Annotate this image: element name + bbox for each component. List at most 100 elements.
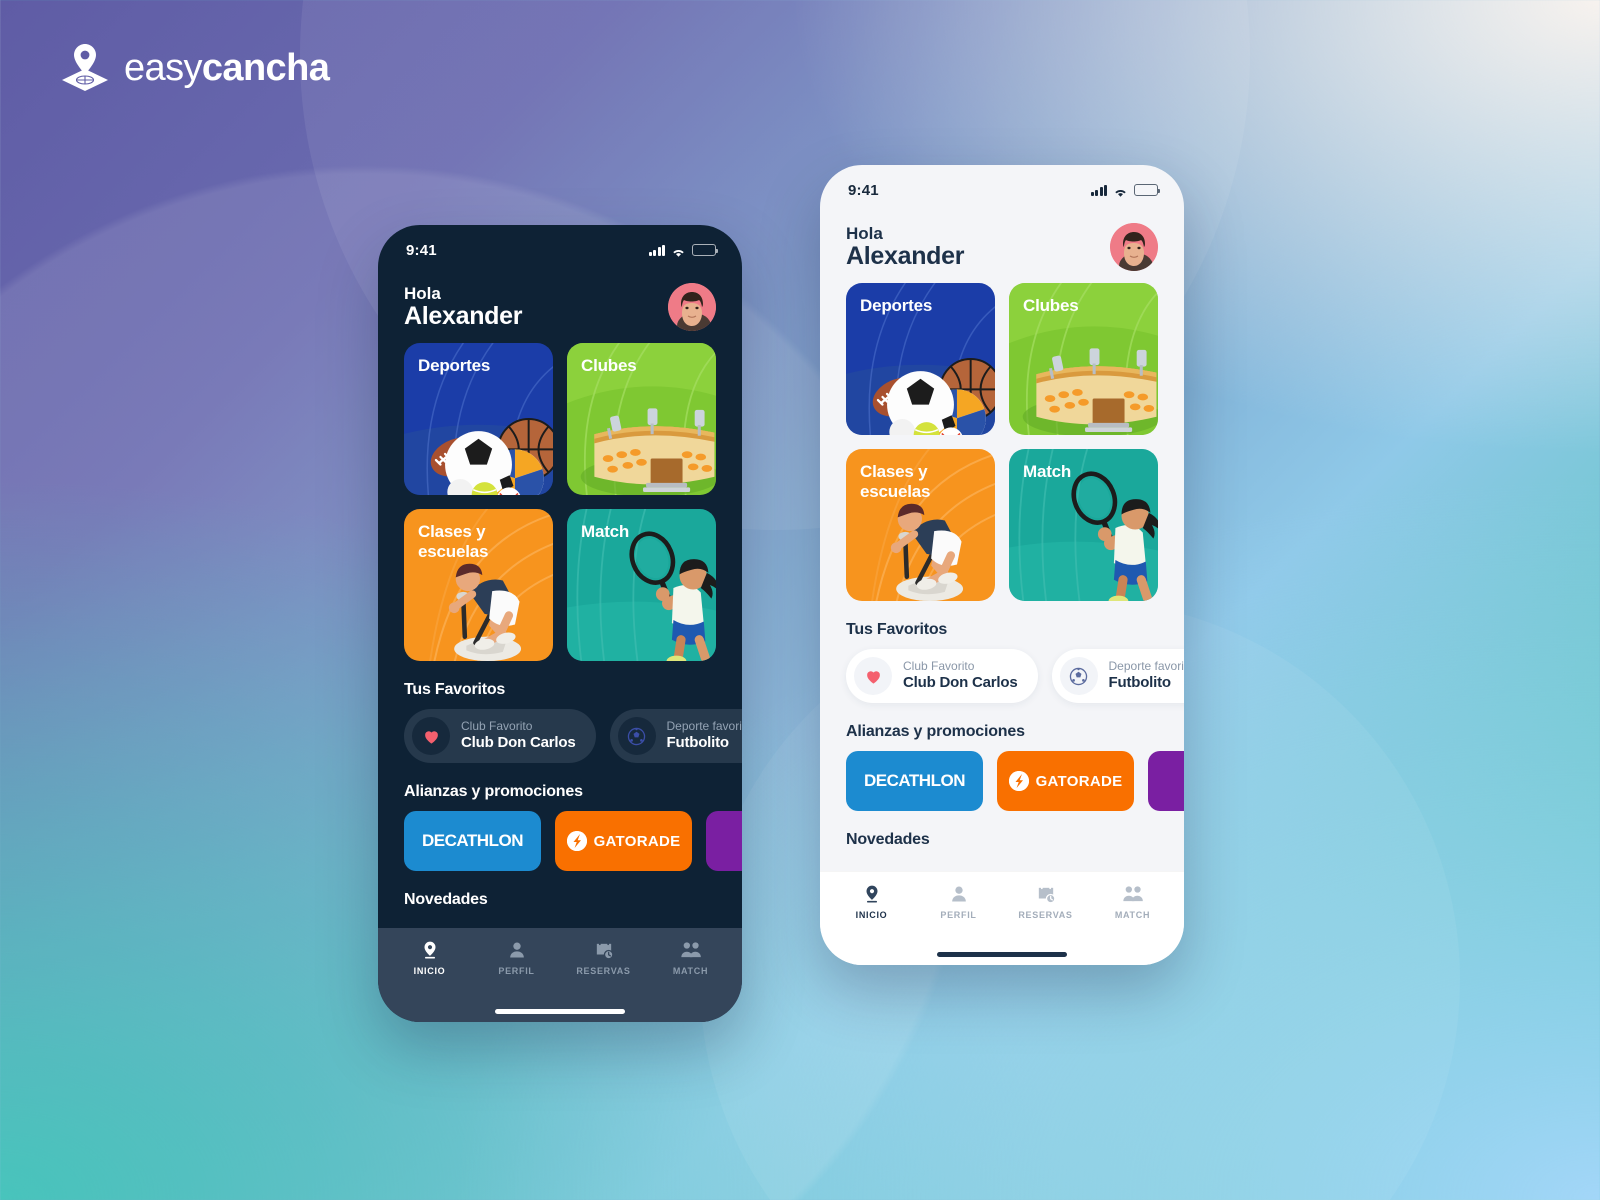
tab-label: INICIO <box>413 966 446 976</box>
greeting-text: Hola <box>846 223 883 243</box>
battery-full-icon <box>1134 184 1160 196</box>
category-card-deportes[interactable]: Deportes <box>404 343 553 495</box>
home-indicator-bar <box>820 943 1184 965</box>
heart-icon <box>412 717 450 755</box>
cellular-bars-icon <box>1090 184 1107 196</box>
tab-label: INICIO <box>855 910 888 920</box>
category-card-clases-y-escuelas[interactable]: Clases y escuelas <box>404 509 553 661</box>
tab-label: MATCH <box>1114 910 1151 920</box>
category-card-deportes[interactable]: Deportes <box>846 283 995 435</box>
category-card-clases-y-escuelas[interactable]: Clases y escuelas <box>846 449 995 601</box>
favorite-value: Club Don Carlos <box>461 734 576 752</box>
tab-label: RESERVAS <box>576 966 631 976</box>
favorites-list: Club Favorito Club Don Carlos Deporte fa… <box>820 649 1184 703</box>
card-title: Clases y escuelas <box>860 462 931 502</box>
brand-card-decathlon[interactable]: DECATHLON <box>846 751 983 811</box>
status-bar-time: 9:41 <box>848 181 879 199</box>
favorite-label: Deporte favorito <box>1108 659 1184 674</box>
tab-inicio[interactable]: INICIO <box>837 884 907 920</box>
logo-wordmark: easycancha <box>124 46 330 90</box>
bottom-tab-bar: INICIO PERFIL RESERVAS MATCH <box>378 928 742 1000</box>
scroll-content[interactable]: Deportes Clubes Clases y escuelas Match … <box>820 283 1184 871</box>
tab-match[interactable]: MATCH <box>1098 884 1168 920</box>
avatar[interactable] <box>668 283 716 331</box>
brand-card-decathlon[interactable]: DECATHLON <box>404 811 541 871</box>
avatar[interactable] <box>1110 223 1158 271</box>
status-bar-time: 9:41 <box>406 241 437 259</box>
logo-text-cancha: cancha <box>201 46 330 89</box>
easycancha-logo: easycancha <box>60 42 330 94</box>
section-title-promotions: Alianzas y promociones <box>846 723 1025 740</box>
favorite-sport-item[interactable]: Deporte favorito Futbolito <box>1051 649 1184 703</box>
battery-full-icon <box>692 244 718 256</box>
favorite-label: Club Favorito <box>461 719 533 734</box>
soccer-ball-icon <box>617 717 656 755</box>
tab-label: PERFIL <box>498 966 535 976</box>
user-name: Alexander <box>846 241 965 270</box>
gatorade-bolt-logo <box>1008 771 1029 791</box>
location-pin-map-icon <box>60 42 110 94</box>
category-card-clubes[interactable]: Clubes <box>1009 283 1158 435</box>
favorite-value: Futbolito <box>666 734 730 752</box>
tab-reservas[interactable]: RESERVAS <box>569 940 639 976</box>
light-theme-phone: 9:41 Hola Alexander Deportes Clubes Clas… <box>820 165 1184 965</box>
brand-card-gatorade[interactable]: GATORADE <box>997 751 1134 811</box>
scroll-content[interactable]: Deportes Clubes Clases y escuelas Match … <box>378 343 742 928</box>
brand-card-vitamin[interactable]: V <box>1148 751 1184 811</box>
favorite-value: Club Don Carlos <box>903 674 1018 692</box>
greeting-text: Hola <box>404 283 441 303</box>
wifi-icon <box>1113 185 1128 197</box>
category-card-grid: Deportes Clubes Clases y escuelas Match <box>378 343 742 661</box>
tab-inicio[interactable]: INICIO <box>395 940 465 976</box>
wifi-icon <box>671 245 686 257</box>
user-name: Alexander <box>404 301 523 330</box>
category-card-clubes[interactable]: Clubes <box>567 343 716 495</box>
status-bar: 9:41 <box>820 165 1184 209</box>
favorite-sport-item[interactable]: Deporte favorito Futbolito <box>609 709 742 763</box>
tab-match[interactable]: MATCH <box>656 940 726 976</box>
header: Hola Alexander <box>820 209 1184 283</box>
heart-icon <box>854 657 892 695</box>
tab-perfil[interactable]: PERFIL <box>482 940 552 976</box>
card-title: Match <box>581 522 630 541</box>
cellular-bars-icon <box>648 244 665 256</box>
favorite-label: Deporte favorito <box>666 719 742 734</box>
section-title-favorites: Tus Favoritos <box>404 681 506 698</box>
card-title: Match <box>1023 462 1072 481</box>
tab-reservas[interactable]: RESERVAS <box>1011 884 1081 920</box>
promotions-list: DECATHLON GATORADE V <box>820 751 1184 811</box>
decathlon-logo: DECATHLON <box>422 831 523 850</box>
bottom-tab-bar: INICIO PERFIL RESERVAS MATCH <box>820 871 1184 943</box>
section-title-favorites: Tus Favoritos <box>846 621 948 638</box>
favorite-club-item[interactable]: Club Favorito Club Don Carlos <box>404 709 596 763</box>
brand-card-vitamin[interactable]: V <box>706 811 742 871</box>
card-title: Clubes <box>1023 296 1079 315</box>
tab-label: RESERVAS <box>1018 910 1073 920</box>
decathlon-logo: DECATHLON <box>864 771 965 790</box>
card-title: Deportes <box>418 356 491 375</box>
section-title-promotions: Alianzas y promociones <box>404 783 583 800</box>
category-card-grid: Deportes Clubes Clases y escuelas Match <box>820 283 1184 601</box>
gatorade-bolt-logo <box>566 831 587 851</box>
card-title: Clubes <box>581 356 637 375</box>
home-indicator-bar <box>378 1000 742 1022</box>
card-title: Deportes <box>860 296 933 315</box>
tab-label: MATCH <box>672 966 709 976</box>
favorite-club-item[interactable]: Club Favorito Club Don Carlos <box>846 649 1038 703</box>
gatorade-wordmark: GATORADE <box>1035 772 1123 790</box>
status-bar: 9:41 <box>378 225 742 269</box>
tab-perfil[interactable]: PERFIL <box>924 884 994 920</box>
dark-theme-phone: 9:41 Hola Alexander Deportes Clubes Clas… <box>378 225 742 1022</box>
category-card-match[interactable]: Match <box>567 509 716 661</box>
section-title-novedades: Novedades <box>404 891 488 908</box>
gatorade-wordmark: GATORADE <box>593 832 681 850</box>
tab-label: PERFIL <box>940 910 977 920</box>
brand-card-gatorade[interactable]: GATORADE <box>555 811 692 871</box>
card-title: Clases y escuelas <box>418 522 489 562</box>
favorite-value: Futbolito <box>1108 674 1172 692</box>
logo-text-easy: easy <box>124 46 202 89</box>
category-card-match[interactable]: Match <box>1009 449 1158 601</box>
favorite-label: Club Favorito <box>903 659 975 674</box>
promotions-list: DECATHLON GATORADE V <box>378 811 742 871</box>
soccer-ball-icon <box>1059 657 1098 695</box>
